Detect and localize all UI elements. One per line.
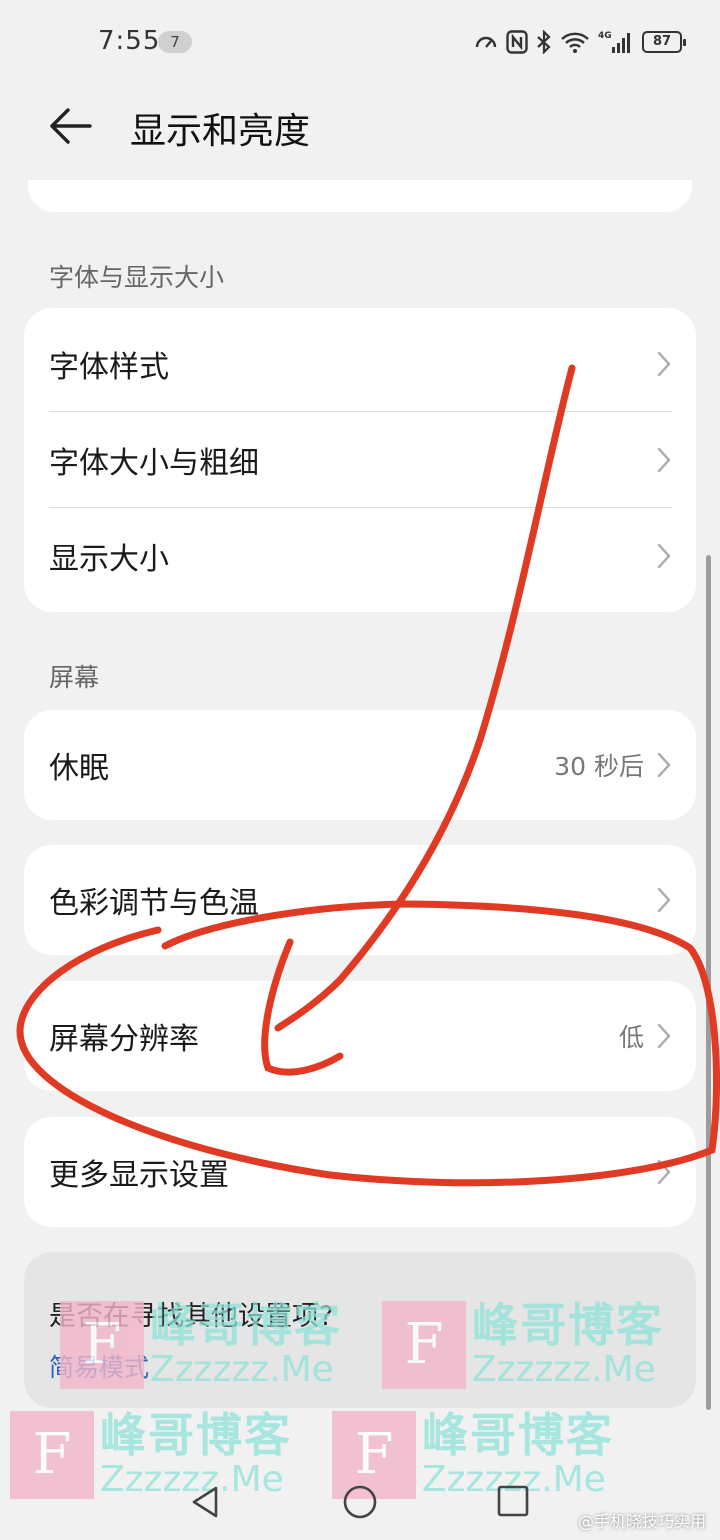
- nav-back-icon[interactable]: [188, 1484, 224, 1520]
- chevron-right-icon: [657, 752, 671, 778]
- cellular-signal-icon: 4G: [598, 31, 630, 53]
- display-size-item[interactable]: 显示大小: [24, 508, 696, 604]
- bluetooth-icon: [537, 30, 551, 54]
- font-size-weight-item[interactable]: 字体大小与粗细: [24, 412, 696, 508]
- font-style-item[interactable]: 字体样式: [24, 316, 696, 412]
- status-time: 7:55: [98, 26, 161, 56]
- previous-settings-card: [28, 180, 692, 212]
- status-bar: 7:55 7 4G 87: [0, 0, 720, 84]
- watermark-cn: 峰哥博客: [100, 1408, 292, 1462]
- font-settings-card: 字体样式 字体大小与粗细 显示大小: [24, 308, 696, 612]
- status-icons: 4G 87: [474, 28, 686, 56]
- back-arrow-icon[interactable]: [46, 104, 96, 148]
- sleep-label: 休眠: [49, 751, 109, 786]
- sleep-card: 休眠 30 秒后: [24, 710, 696, 820]
- chevron-right-icon: [657, 1159, 671, 1185]
- more-display-settings-item[interactable]: 更多显示设置: [24, 1124, 696, 1220]
- chevron-right-icon: [657, 351, 671, 377]
- color-card: 色彩调节与色温: [24, 845, 696, 955]
- screen-resolution-item[interactable]: 屏幕分辨率 低: [24, 988, 696, 1084]
- scrollbar[interactable]: [706, 555, 711, 1410]
- simple-mode-link[interactable]: 简易模式: [49, 1348, 149, 1384]
- more-display-card: 更多显示设置: [24, 1117, 696, 1227]
- chevron-right-icon: [657, 887, 671, 913]
- watermark-credit: @手机晓技巧实用: [577, 1512, 706, 1531]
- nav-recents-icon[interactable]: [496, 1484, 530, 1518]
- font-style-label: 字体样式: [49, 350, 169, 385]
- speedometer-icon: [475, 36, 497, 48]
- nfc-icon: [506, 30, 528, 54]
- nav-home-icon[interactable]: [342, 1484, 378, 1520]
- app-header: 显示和亮度: [0, 84, 720, 174]
- font-size-weight-label: 字体大小与粗细: [49, 446, 259, 481]
- sleep-item[interactable]: 休眠 30 秒后: [24, 717, 696, 813]
- chevron-right-icon: [657, 1023, 671, 1049]
- color-temperature-label: 色彩调节与色温: [49, 886, 259, 921]
- search-suggestion-card: 是否在寻找其他设置项? 简易模式: [24, 1252, 696, 1408]
- watermark-cn: 峰哥博客: [422, 1408, 614, 1462]
- wifi-icon: [561, 32, 589, 53]
- search-suggestion-question: 是否在寻找其他设置项?: [49, 1301, 334, 1332]
- more-display-settings-label: 更多显示设置: [49, 1158, 229, 1193]
- resolution-card: 屏幕分辨率 低: [24, 981, 696, 1091]
- chevron-right-icon: [657, 447, 671, 473]
- section-title-screen: 屏幕: [49, 663, 100, 692]
- battery-icon: 87: [642, 31, 686, 53]
- color-temperature-item[interactable]: 色彩调节与色温: [24, 852, 696, 948]
- section-title-font: 字体与显示大小: [49, 263, 225, 292]
- page-title: 显示和亮度: [130, 111, 311, 152]
- sleep-value: 30 秒后: [554, 752, 644, 781]
- screen-resolution-value: 低: [618, 1023, 644, 1052]
- notification-count-badge: 7: [158, 31, 192, 53]
- network-type-label: 4G: [598, 31, 612, 41]
- display-size-label: 显示大小: [49, 542, 169, 577]
- chevron-right-icon: [657, 543, 671, 569]
- screen-resolution-label: 屏幕分辨率: [49, 1022, 199, 1057]
